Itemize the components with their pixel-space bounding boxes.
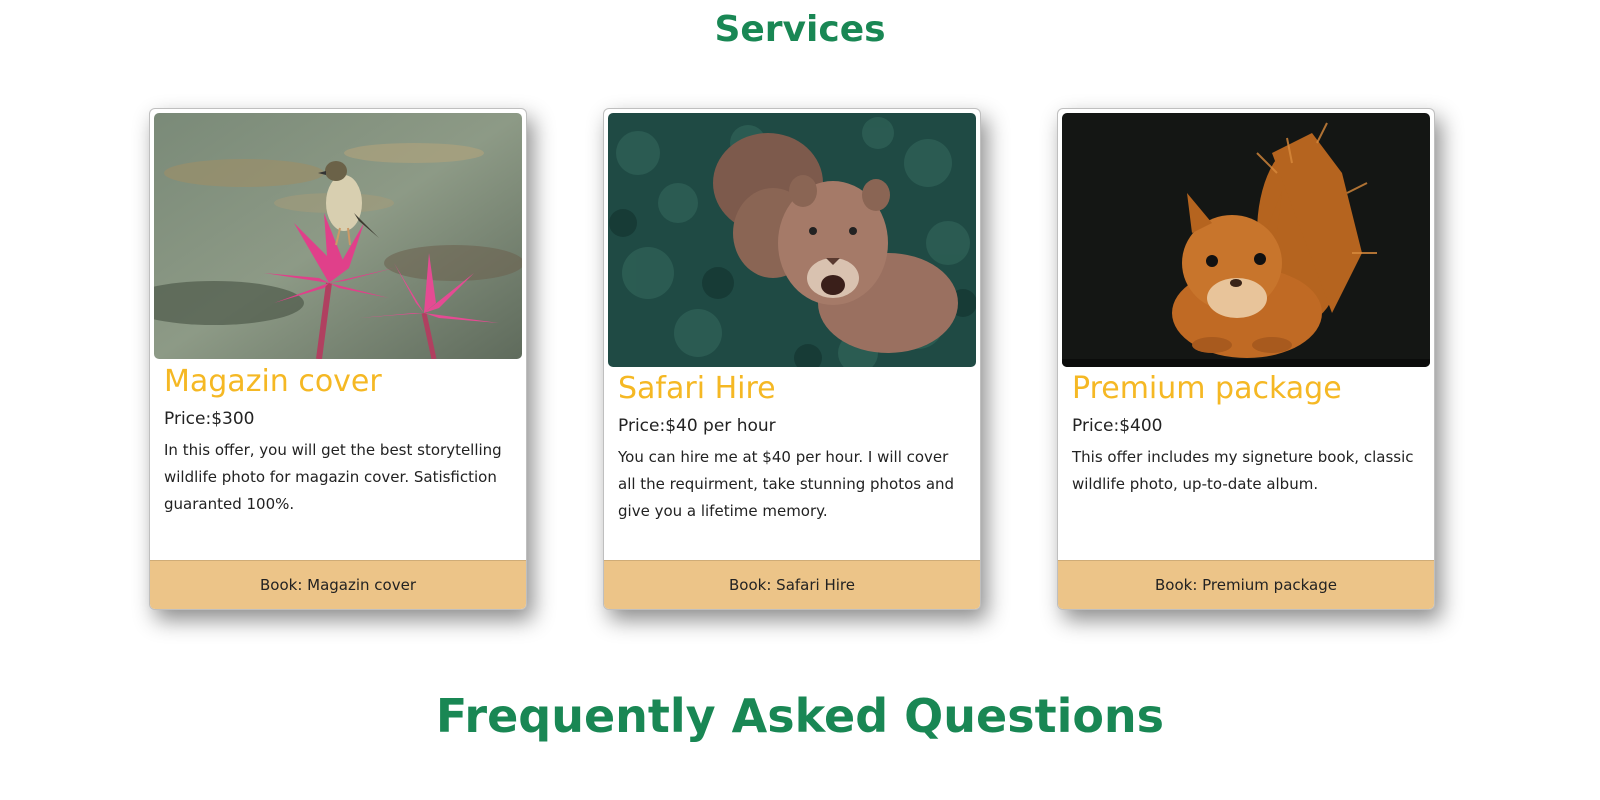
service-card-premium-package: Premium package Price:$400 This offer in… [1057, 108, 1435, 610]
card-body: Safari Hire Price:$40 per hour You can h… [618, 370, 966, 525]
lionesses-photo [608, 113, 976, 367]
book-safari-hire-button[interactable]: Book: Safari Hire [604, 560, 980, 609]
card-price: Price:$400 [1072, 416, 1163, 436]
services-heading: Services [714, 9, 886, 50]
squirrel-photo [1062, 113, 1430, 367]
card-body: Premium package Price:$400 This offer in… [1072, 370, 1420, 498]
page: Services Magazin cover Price:$300 In thi… [0, 0, 1600, 800]
bird-on-lotus-photo [154, 113, 522, 359]
faq-heading: Frequently Asked Questions [435, 689, 1165, 743]
card-description: In this offer, you will get the best sto… [164, 441, 502, 513]
card-description: You can hire me at $40 per hour. I will … [618, 448, 955, 520]
card-description: This offer includes my signeture book, c… [1072, 448, 1414, 493]
card-price: Price:$40 per hour [618, 416, 776, 436]
book-magazin-cover-button[interactable]: Book: Magazin cover [150, 560, 526, 609]
card-title: Safari Hire [618, 371, 776, 406]
card-title: Magazin cover [164, 364, 382, 399]
service-card-magazin-cover: Magazin cover Price:$300 In this offer, … [149, 108, 527, 610]
service-card-safari-hire: Safari Hire Price:$40 per hour You can h… [603, 108, 981, 610]
card-title: Premium package [1072, 371, 1342, 406]
card-price: Price:$300 [164, 409, 255, 429]
card-body: Magazin cover Price:$300 In this offer, … [164, 363, 512, 518]
book-premium-package-button[interactable]: Book: Premium package [1058, 560, 1434, 609]
